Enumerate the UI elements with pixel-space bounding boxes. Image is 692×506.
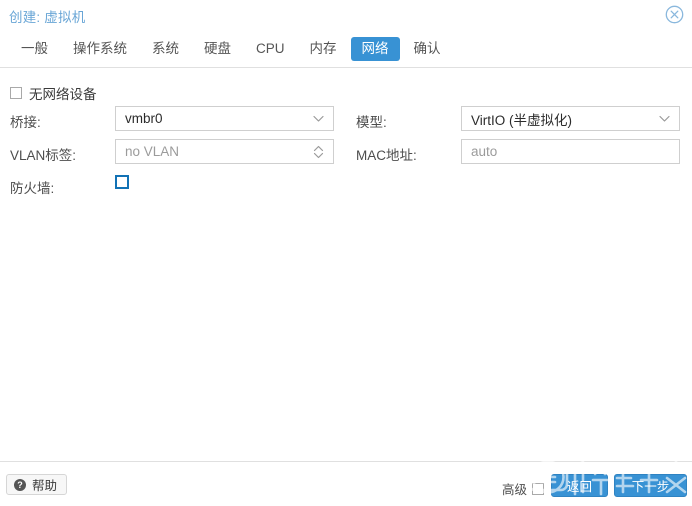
window-titlebar: 创建: 虚拟机 (0, 0, 692, 31)
model-select[interactable]: VirtIO (半虚拟化) (461, 106, 680, 131)
chevron-down-icon[interactable] (657, 107, 671, 130)
chevron-down-icon[interactable] (311, 107, 325, 130)
mac-address-value: auto (471, 144, 498, 159)
mac-address-input[interactable]: auto (461, 139, 680, 164)
help-button-label: 帮助 (32, 479, 58, 493)
vlan-tag-row: VLAN标签: no VLAN (0, 139, 346, 168)
firewall-checkbox[interactable] (115, 175, 129, 189)
help-button[interactable]: ? 帮助 (6, 474, 68, 495)
network-settings-panel: 无网络设备 桥接: vmbr0 VLAN标签: no VLAN 防火墙: 模型:… (0, 68, 692, 461)
form-column-left: 桥接: vmbr0 VLAN标签: no VLAN 防火墙: (0, 106, 346, 201)
wizard-footer: ? 帮助 高级 返回 下一步 (0, 461, 692, 506)
tab-general[interactable]: 一般 (10, 37, 59, 61)
bridge-row: 桥接: vmbr0 (0, 106, 346, 135)
model-row: 模型: VirtIO (半虚拟化) (346, 106, 692, 135)
tab-confirm[interactable]: 确认 (403, 37, 452, 61)
next-button[interactable]: 下一步 (614, 474, 687, 497)
vlan-tag-input[interactable]: no VLAN (115, 139, 334, 164)
mac-address-label: MAC地址: (356, 148, 417, 163)
tab-network[interactable]: 网络 (350, 37, 400, 61)
tab-disks[interactable]: 硬盘 (193, 37, 242, 61)
tab-system[interactable]: 系统 (141, 37, 190, 61)
firewall-row: 防火墙: (0, 172, 346, 201)
close-circle-icon[interactable] (665, 5, 684, 24)
spinner-updown-icon[interactable] (311, 140, 325, 163)
vlan-tag-label: VLAN标签: (10, 148, 77, 163)
no-network-device-checkbox[interactable] (10, 87, 22, 99)
tab-cpu[interactable]: CPU (245, 37, 296, 61)
window-title: 创建: 虚拟机 (9, 9, 86, 25)
vlan-tag-value: no VLAN (125, 144, 180, 159)
form-column-right: 模型: VirtIO (半虚拟化) MAC地址: auto (346, 106, 692, 172)
tab-os[interactable]: 操作系统 (62, 37, 138, 61)
no-network-device-row[interactable]: 无网络设备 (10, 83, 97, 103)
firewall-label: 防火墙: (10, 181, 55, 196)
advanced-checkbox[interactable] (532, 482, 544, 495)
model-value: VirtIO (半虚拟化) (471, 112, 572, 128)
bridge-label: 桥接: (10, 115, 41, 130)
tab-memory[interactable]: 内存 (299, 37, 348, 61)
model-label: 模型: (356, 115, 387, 130)
advanced-toggle[interactable]: 高级 (502, 479, 544, 498)
back-button[interactable]: 返回 (551, 474, 608, 497)
advanced-label: 高级 (501, 483, 527, 497)
wizard-tabbar: 一般 操作系统 系统 硬盘 CPU 内存 网络 确认 (0, 31, 692, 68)
question-mark-icon: ? (14, 478, 26, 491)
bridge-value: vmbr0 (125, 111, 163, 126)
no-network-device-label: 无网络设备 (29, 87, 97, 102)
bridge-select[interactable]: vmbr0 (115, 106, 334, 131)
mac-address-row: MAC地址: auto (346, 139, 692, 168)
